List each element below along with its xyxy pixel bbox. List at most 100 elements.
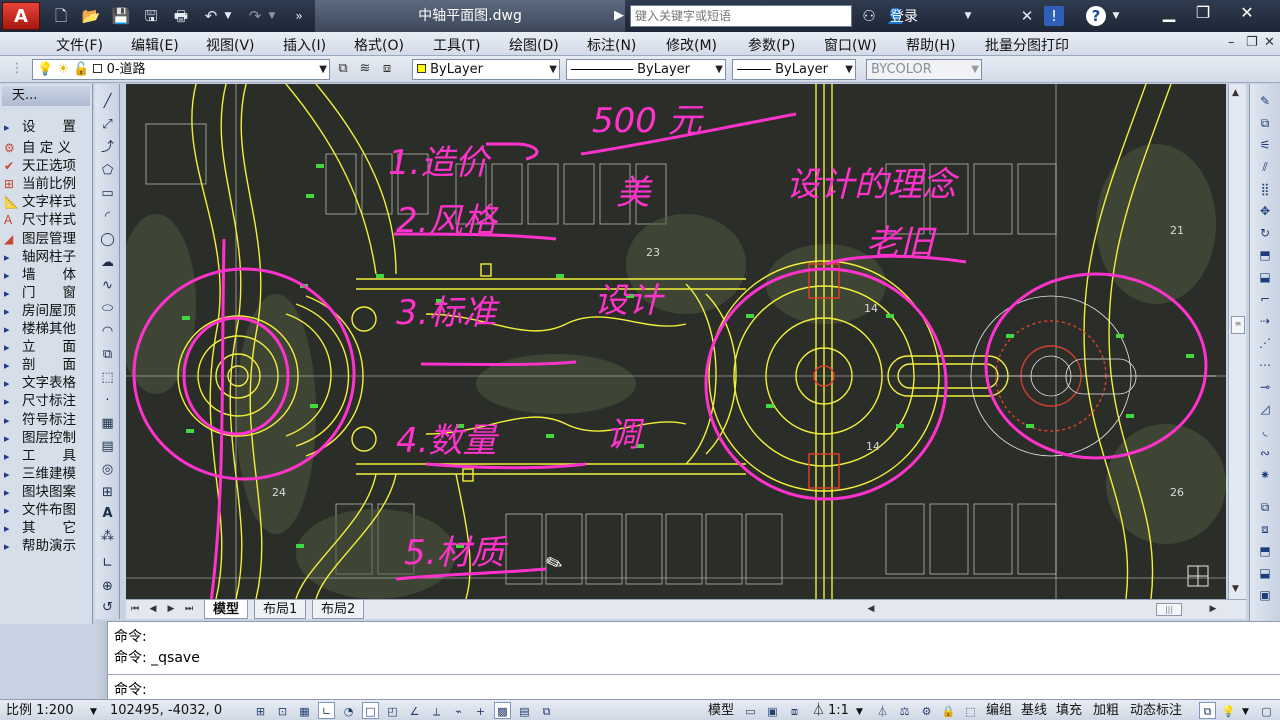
- toggle-baseline[interactable]: 基线: [1021, 702, 1047, 719]
- menu-modify[interactable]: 修改(M): [666, 35, 717, 55]
- point-icon[interactable]: ·: [98, 391, 117, 410]
- insert-block-icon[interactable]: ⧉: [98, 345, 117, 364]
- save-as-icon[interactable]: 🖫: [140, 5, 162, 27]
- tarch-item-17[interactable]: ▸ 图层控制: [4, 429, 76, 447]
- redo-icon[interactable]: ↷: [244, 5, 266, 27]
- tarch-item-6[interactable]: ◢ 图层管理: [4, 230, 76, 248]
- command-prompt[interactable]: 命令:: [114, 679, 147, 699]
- polyline-icon[interactable]: ⤴: [98, 138, 117, 157]
- auto-scale-icon[interactable]: ⚖: [896, 702, 913, 719]
- stretch-icon[interactable]: ⬓: [1255, 268, 1275, 286]
- add-selected-icon[interactable]: ⁂: [98, 527, 117, 546]
- search-expand-icon[interactable]: ▶: [614, 8, 624, 23]
- tab-model[interactable]: 模型: [204, 600, 249, 619]
- tarch-item-21[interactable]: ▸ 文件布图: [4, 501, 76, 519]
- tarch-item-19[interactable]: ▸ 三维建模: [4, 465, 76, 483]
- tab-layout1[interactable]: 布局1: [254, 600, 307, 619]
- print-icon[interactable]: 🖶: [170, 5, 192, 27]
- menu-edit[interactable]: 编辑(E): [131, 35, 179, 55]
- tarch-item-8[interactable]: ▸ 墙 体: [4, 266, 76, 284]
- tarch-panel-title[interactable]: 天...: [2, 86, 90, 106]
- layer-state-icon[interactable]: ⧈: [378, 60, 396, 78]
- hardware-acceleration-icon[interactable]: ⬚: [962, 702, 979, 719]
- copy-icon[interactable]: ⧉: [1255, 114, 1275, 132]
- table-icon[interactable]: ⊞: [98, 483, 117, 502]
- menu-batch-print[interactable]: 批量分图打印: [985, 35, 1069, 55]
- exchange-icon[interactable]: ✕: [1016, 5, 1038, 27]
- menu-window[interactable]: 窗口(W): [824, 35, 877, 55]
- tarch-item-12[interactable]: ▸ 立 面: [4, 338, 76, 356]
- scroll-left-icon[interactable]: ◀: [864, 602, 878, 617]
- construction-line-icon[interactable]: ⤢: [98, 115, 117, 134]
- help-icon[interactable]: ?: [1086, 6, 1106, 26]
- annotation-scale[interactable]: 1:1: [828, 702, 849, 719]
- join-icon[interactable]: ⊸: [1255, 378, 1275, 396]
- tarch-item-23[interactable]: ▸ 帮助演示: [4, 537, 76, 555]
- doc-close-icon[interactable]: ✕: [1264, 35, 1275, 50]
- tarch-item-18[interactable]: ▸ 工 具: [4, 447, 76, 465]
- quick-view-layouts-icon[interactable]: ▣: [764, 702, 781, 719]
- text-front-icon[interactable]: ▣: [1255, 586, 1275, 604]
- dynamic-input-icon[interactable]: ⌁: [450, 702, 467, 719]
- break-icon[interactable]: ⋯: [1255, 356, 1275, 374]
- more-tools-icon[interactable]: »: [288, 5, 310, 27]
- ortho-mode-icon[interactable]: ∟: [318, 702, 335, 719]
- scale-dropdown-icon[interactable]: ▼: [90, 704, 97, 720]
- menu-view[interactable]: 视图(V): [206, 35, 255, 55]
- linetype-combo[interactable]: ByLayer ▼: [566, 59, 726, 80]
- menu-file[interactable]: 文件(F): [56, 35, 103, 55]
- scale-display[interactable]: 比例 1:200: [6, 702, 74, 719]
- save-icon[interactable]: 💾: [110, 5, 132, 27]
- last-tab-icon[interactable]: ⏭: [182, 602, 196, 617]
- undo-dropdown-icon[interactable]: ▼: [222, 5, 234, 27]
- zoom-icon[interactable]: ⊕: [98, 577, 117, 596]
- trim-icon[interactable]: ⌐: [1255, 290, 1275, 308]
- search-input[interactable]: [630, 5, 852, 27]
- annotation-scale-dropdown-icon[interactable]: ▼: [856, 704, 863, 720]
- tarch-item-5[interactable]: A 尺寸样式: [4, 211, 76, 229]
- infer-constraints-icon[interactable]: ⊞: [252, 702, 269, 719]
- vertical-scroll-thumb[interactable]: ≡: [1231, 316, 1245, 334]
- model-space-button[interactable]: 模型: [708, 702, 734, 719]
- lock-ui-icon[interactable]: 🔒: [940, 702, 957, 719]
- ellipse-arc-icon[interactable]: ◠: [98, 322, 117, 341]
- revision-cloud-icon[interactable]: ☁: [98, 253, 117, 272]
- tarch-item-10[interactable]: ▸ 房间屋顶: [4, 302, 76, 320]
- next-tab-icon[interactable]: ▶: [164, 602, 178, 617]
- 3d-object-snap-icon[interactable]: ◰: [384, 702, 401, 719]
- login-button[interactable]: 登录: [890, 6, 918, 26]
- close-button[interactable]: ✕: [1230, 2, 1264, 24]
- menu-parametric[interactable]: 参数(P): [748, 35, 795, 55]
- draworder-back-icon[interactable]: ⧈: [1255, 520, 1275, 538]
- binoculars-icon[interactable]: ⚇: [858, 5, 880, 27]
- object-snap-icon[interactable]: □: [362, 702, 379, 719]
- transparency-icon[interactable]: ▩: [494, 702, 511, 719]
- polar-tracking-icon[interactable]: ◔: [340, 702, 357, 719]
- doc-minimize-icon[interactable]: –: [1228, 35, 1235, 50]
- tarch-item-22[interactable]: ▸ 其 它: [4, 519, 76, 537]
- tarch-item-15[interactable]: ▸ 尺寸标注: [4, 392, 76, 410]
- dimension-icon[interactable]: ∟: [98, 554, 117, 573]
- ellipse-icon[interactable]: ⬭: [98, 299, 117, 318]
- pan-icon[interactable]: ↺: [98, 598, 117, 617]
- tarch-item-13[interactable]: ▸ 剖 面: [4, 356, 76, 374]
- menu-insert[interactable]: 插入(I): [283, 35, 326, 55]
- annotation-visibility-icon[interactable]: ⏃: [874, 702, 891, 719]
- app-menu-button[interactable]: A: [2, 2, 40, 30]
- undo-icon[interactable]: ↶: [200, 5, 222, 27]
- toolbar-lock-icon[interactable]: ⧉: [1199, 702, 1216, 719]
- doc-restore-icon[interactable]: ❐: [1246, 35, 1258, 50]
- horizontal-scroll-thumb[interactable]: |||: [1156, 603, 1182, 616]
- scale-icon[interactable]: ⬒: [1255, 246, 1275, 264]
- lineweight-combo[interactable]: ByLayer ▼: [732, 59, 856, 80]
- make-current-layer-icon[interactable]: ⧉: [334, 60, 352, 78]
- prev-tab-icon[interactable]: ◀: [146, 602, 160, 617]
- color-combo[interactable]: ByLayer ▼: [412, 59, 560, 80]
- vertical-scrollbar[interactable]: ▲ ≡ ▼: [1228, 84, 1246, 599]
- toggle-group[interactable]: 编组: [986, 702, 1012, 719]
- minimize-button[interactable]: ▁: [1152, 2, 1186, 24]
- explode-icon[interactable]: ✷: [1255, 466, 1275, 484]
- arc-icon[interactable]: ◜: [98, 207, 117, 226]
- polygon-icon[interactable]: ⬠: [98, 161, 117, 180]
- tarch-item-7[interactable]: ▸ 轴网柱子: [4, 248, 76, 266]
